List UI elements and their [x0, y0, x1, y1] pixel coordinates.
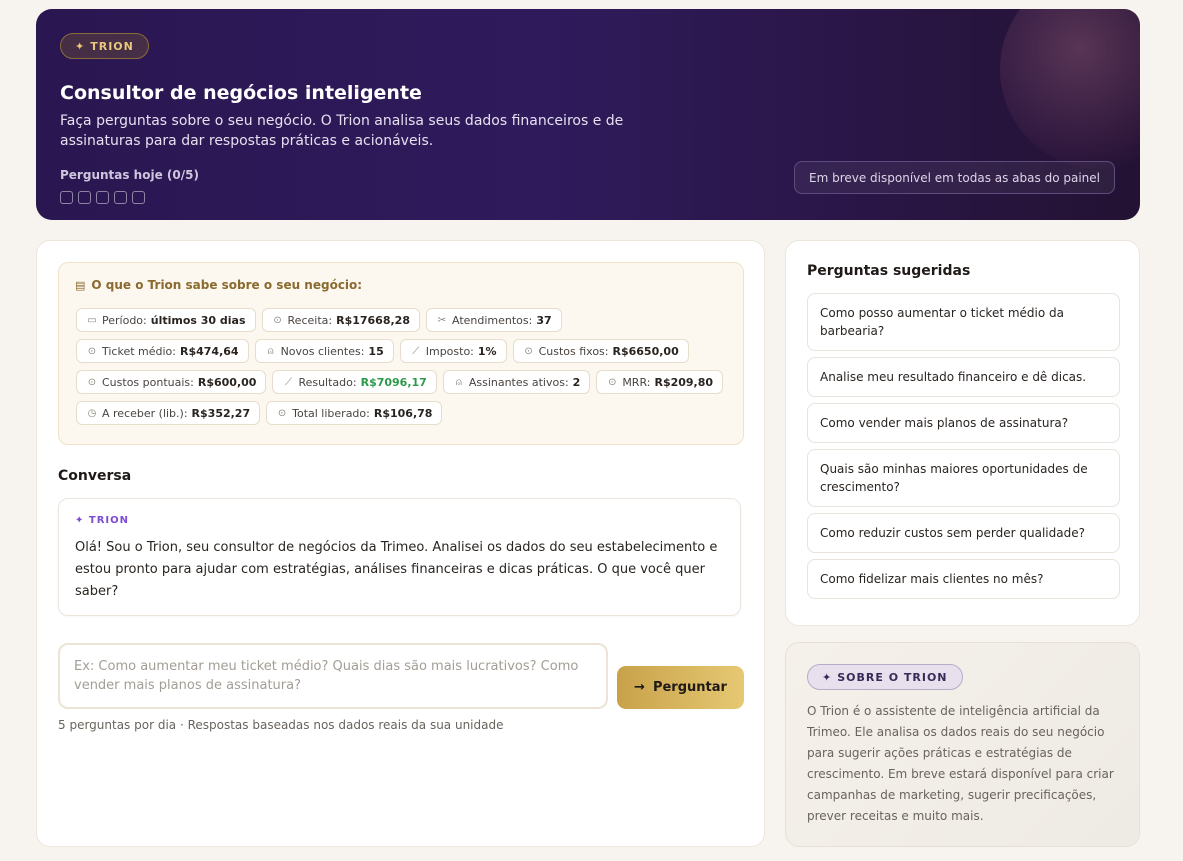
question-slot — [60, 191, 73, 204]
chip-label: Atendimentos: — [451, 313, 533, 327]
chip-value: 37 — [536, 313, 552, 327]
knowledge-title: ▤ O que o Trion sabe sobre o seu negócio… — [75, 278, 363, 292]
coin-icon: ⊙ — [608, 376, 617, 388]
chip-value: 15 — [368, 344, 384, 358]
chip-label: Assinantes ativos: — [468, 375, 569, 389]
chip-value: R$600,00 — [197, 375, 257, 389]
sparkle-icon: ✦ — [75, 39, 86, 53]
chip-value: 1% — [477, 344, 497, 358]
suggested-questions-panel: Perguntas sugeridas Como posso aumentar … — [785, 240, 1140, 626]
chart-icon: ⟋ — [284, 376, 292, 388]
knowledge-chip: ▭ Período: últimos 30 dias — [76, 308, 256, 332]
ask-button[interactable]: → Perguntar — [617, 666, 744, 709]
coin-icon: ⊙ — [87, 376, 97, 388]
about-trion-panel: ✦ SOBRE O TRION O Trion é o assistente d… — [785, 642, 1140, 847]
chip-label: Receita: — [287, 313, 333, 327]
coin-icon: ⊙ — [87, 345, 97, 357]
hero-banner: ✦ TRION Consultor de negócios inteligent… — [36, 9, 1140, 220]
question-slot — [114, 191, 127, 204]
conversation-title: Conversa — [58, 468, 132, 484]
coin-icon: ⊙ — [273, 314, 282, 326]
chip-label: MRR: — [622, 375, 651, 389]
knowledge-chip: ⟋ Resultado: R$7096,17 — [272, 370, 437, 394]
knowledge-chip: ⊙ MRR: R$209,80 — [596, 370, 724, 394]
chip-label: Custos fixos: — [538, 344, 609, 358]
sparkle-icon: ✦ — [822, 670, 833, 684]
suggestion-item[interactable]: Analise meu resultado financeiro e dê di… — [807, 357, 1120, 397]
ask-note: 5 perguntas por dia · Respostas baseadas… — [58, 718, 504, 732]
hero-description: Faça perguntas sobre o seu negócio. O Tr… — [60, 113, 624, 149]
knowledge-chip: ⊙ Custos fixos: R$6650,00 — [512, 339, 689, 363]
hero-glow-decoration — [1000, 9, 1140, 169]
chip-value: R$7096,17 — [360, 375, 427, 389]
question-slot — [132, 191, 145, 204]
user-icon: ⍝ — [455, 376, 462, 388]
sparkle-icon: ✦ — [75, 515, 85, 526]
coin-icon: ⊙ — [277, 407, 287, 419]
chip-value: R$17668,28 — [336, 313, 410, 327]
knowledge-chip: ⊙ Total liberado: R$106,78 — [266, 401, 443, 425]
questions-today-counter: Perguntas hoje (0/5) — [60, 168, 199, 182]
message-text: Olá! Sou o Trion, seu consultor de negóc… — [75, 540, 718, 599]
trion-badge: ✦ TRION — [60, 33, 149, 59]
suggestion-item[interactable]: Como reduzir custos sem perder qualidade… — [807, 513, 1120, 553]
message-sender: ✦ TRION — [75, 515, 129, 526]
suggestion-item[interactable]: Como posso aumentar o ticket médio da ba… — [807, 293, 1120, 351]
about-badge: ✦ SOBRE O TRION — [807, 664, 963, 690]
suggestion-item[interactable]: Como vender mais planos de assinatura? — [807, 403, 1120, 443]
knowledge-chip: ✂ Atendimentos: 37 — [425, 308, 562, 332]
chip-label: Período: — [102, 313, 147, 327]
chart-icon: ⟋ — [412, 345, 420, 357]
knowledge-chip: ⍝ Novos clientes: 15 — [254, 339, 394, 363]
chip-label: Resultado: — [298, 375, 357, 389]
knowledge-chip: ◷ A receber (lib.): R$352,27 — [76, 401, 261, 425]
arrow-right-icon: → — [634, 680, 645, 695]
chip-value: últimos 30 dias — [150, 313, 246, 327]
knowledge-chip: ⟋ Imposto: 1% — [399, 339, 507, 363]
chip-label: Imposto: — [425, 344, 474, 358]
chip-label: A receber (lib.): — [102, 406, 188, 420]
question-input[interactable] — [58, 643, 608, 709]
scissors-icon: ✂ — [437, 314, 447, 326]
calendar-icon: ▭ — [87, 314, 97, 326]
chip-value: R$6650,00 — [612, 344, 679, 358]
chip-value: 2 — [572, 375, 581, 389]
chip-value: R$352,27 — [191, 406, 251, 420]
chip-label: Novos clientes: — [280, 344, 365, 358]
chip-value: R$106,78 — [373, 406, 433, 420]
clock-icon: ◷ — [87, 407, 97, 419]
about-text: O Trion é o assistente de inteligência a… — [807, 704, 1114, 823]
knowledge-chips: ▭ Período: últimos 30 dias ⊙ Receita: R$17668… — [76, 308, 736, 425]
questions-progress-dots — [60, 191, 145, 204]
coin-icon: ⊙ — [524, 345, 533, 357]
business-knowledge-box: ▤ O que o Trion sabe sobre o seu negócio… — [58, 262, 744, 445]
knowledge-chip: ⊙ Ticket médio: R$474,64 — [76, 339, 249, 363]
knowledge-chip: ⊙ Receita: R$17668,28 — [261, 308, 420, 332]
knowledge-chip: ⊙ Custos pontuais: R$600,00 — [76, 370, 267, 394]
assistant-message: ✦ TRION Olá! Sou o Trion, seu consultor … — [58, 498, 741, 616]
chip-value: R$209,80 — [654, 375, 714, 389]
chip-label: Custos pontuais: — [102, 375, 194, 389]
page-title: Consultor de negócios inteligente — [60, 82, 422, 104]
question-slot — [78, 191, 91, 204]
question-slot — [96, 191, 109, 204]
knowledge-chip: ⍝ Assinantes ativos: 2 — [442, 370, 591, 394]
user-icon: ⍝ — [267, 345, 274, 357]
main-panel: ▤ O que o Trion sabe sobre o seu negócio… — [36, 240, 765, 847]
chip-label: Ticket médio: — [102, 344, 176, 358]
suggestion-item[interactable]: Quais são minhas maiores oportunidades d… — [807, 449, 1120, 507]
coming-soon-pill: Em breve disponível em todas as abas do … — [794, 161, 1115, 194]
suggestions-list: Como posso aumentar o ticket médio da ba… — [807, 293, 1120, 605]
chip-label: Total liberado: — [292, 406, 370, 420]
document-icon: ▤ — [75, 278, 86, 292]
suggestions-title: Perguntas sugeridas — [807, 263, 971, 279]
chip-value: R$474,64 — [180, 344, 239, 358]
suggestion-item[interactable]: Como fidelizar mais clientes no mês? — [807, 559, 1120, 599]
